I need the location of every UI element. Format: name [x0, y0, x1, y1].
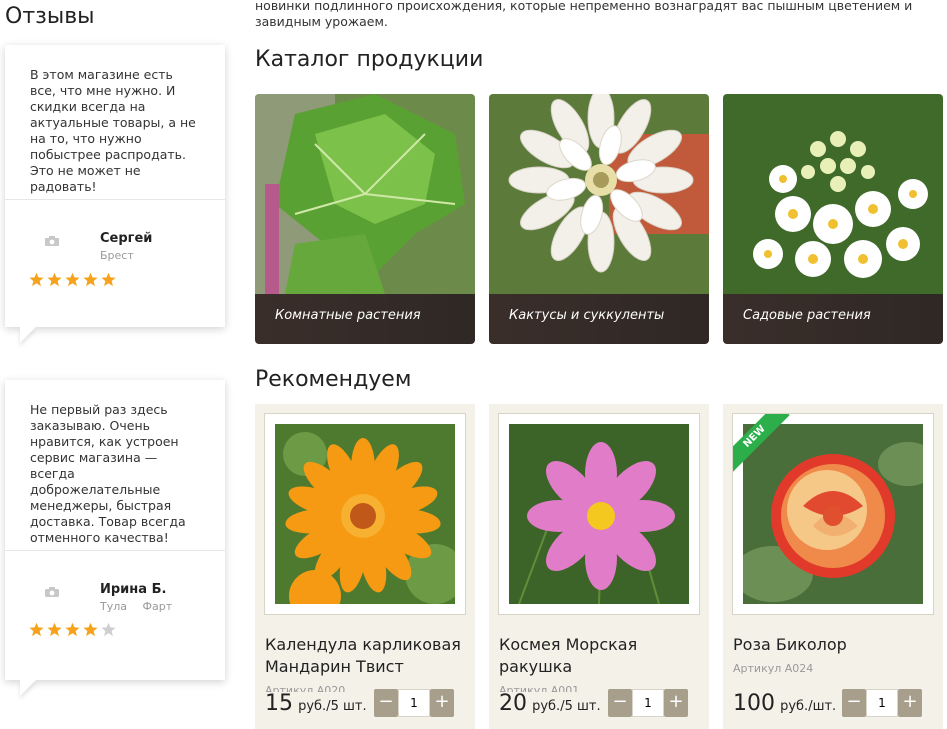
review-text: В этом магазине есть все, что мне нужно.… — [30, 67, 196, 194]
bubble-tail — [20, 327, 36, 343]
product-name[interactable]: Космея Морская ракушка — [499, 634, 704, 678]
product-image-frame[interactable] — [498, 413, 700, 615]
quantity-input[interactable] — [398, 689, 430, 717]
star-icon — [65, 622, 80, 637]
camera-icon — [45, 587, 59, 597]
cactus-flower-image — [489, 94, 709, 294]
reviewer-city: Брест — [100, 249, 134, 262]
reviews-column: Отзывы В этом магазине есть все, что мне… — [0, 0, 240, 729]
star-icon — [65, 272, 80, 287]
star-icon — [101, 272, 116, 287]
increase-button[interactable]: + — [664, 689, 688, 717]
reviewer-city: Тула — [100, 600, 128, 613]
new-badge-label: NEW — [733, 414, 790, 472]
rating-stars — [29, 622, 119, 641]
catalog-item-indoor[interactable]: Комнатные растения — [255, 94, 475, 344]
product-card: Космея Морская ракушка Артикул A001 20 р… — [489, 404, 709, 729]
catalog-label[interactable]: Кактусы и суккуленты — [509, 308, 664, 323]
star-empty-icon — [101, 622, 116, 637]
reviewer-location: Брест — [100, 249, 146, 262]
camera-icon — [45, 236, 59, 246]
review-card: Не первый раз здесь заказываю. Очень нра… — [5, 380, 225, 680]
reviews-title: Отзывы — [5, 4, 95, 29]
price-unit: руб./шт. — [780, 699, 837, 714]
quantity-input[interactable] — [866, 689, 898, 717]
bubble-tail — [20, 680, 36, 696]
quantity-input[interactable] — [632, 689, 664, 717]
reviewer-location: Тула Фарт — [100, 600, 184, 613]
new-badge: NEW — [733, 414, 793, 474]
product-price: 100 руб./шт. — [733, 691, 836, 716]
reviewer-name: Сергей — [100, 231, 153, 246]
rating-stars — [29, 272, 119, 291]
product-name[interactable]: Календула карликовая Мандарин Твист — [265, 634, 470, 678]
increase-button[interactable]: + — [898, 689, 922, 717]
product-card: Календула карликовая Мандарин Твист Арти… — [255, 404, 475, 729]
recommended-title: Рекомендуем — [255, 367, 412, 392]
product-card: NEW Роза Биколор Артикул A024 100 руб./ш… — [723, 404, 943, 729]
star-icon — [47, 622, 62, 637]
catalog-label[interactable]: Садовые растения — [743, 308, 871, 323]
price-value: 20 — [499, 691, 527, 716]
product-price: 20 руб./5 шт. — [499, 691, 601, 716]
catalog-item-garden[interactable]: Садовые растения — [723, 94, 943, 344]
quantity-stepper: − + — [374, 689, 454, 717]
increase-button[interactable]: + — [430, 689, 454, 717]
price-value: 15 — [265, 691, 293, 716]
catalog-label-bar: Садовые растения — [723, 294, 943, 344]
review-text: Не первый раз здесь заказываю. Очень нра… — [30, 402, 186, 545]
catalog-label[interactable]: Комнатные растения — [275, 308, 421, 323]
reviewer-name: Ирина Б. — [100, 582, 167, 597]
product-name[interactable]: Роза Биколор — [733, 634, 938, 656]
price-unit: руб./5 шт. — [532, 699, 601, 714]
garden-flowers-image — [723, 94, 943, 294]
star-icon — [83, 622, 98, 637]
intro-text: новинки подлинного происхождения, которы… — [255, 0, 913, 29]
decrease-button[interactable]: − — [374, 689, 398, 717]
quantity-stepper: − + — [842, 689, 922, 717]
catalog-item-cacti[interactable]: Кактусы и суккуленты — [489, 94, 709, 344]
price-value: 100 — [733, 691, 775, 716]
product-sku: Артикул A024 — [733, 662, 814, 675]
reviewer-region: Фарт — [142, 600, 173, 613]
quantity-stepper: − + — [608, 689, 688, 717]
review-user: Ирина Б. Тула Фарт — [5, 551, 225, 637]
calendula-image — [275, 424, 455, 604]
cosmos-image — [509, 424, 689, 604]
catalog-label-bar: Комнатные растения — [255, 294, 475, 344]
indoor-plant-image — [255, 94, 475, 294]
decrease-button[interactable]: − — [842, 689, 866, 717]
star-icon — [29, 272, 44, 287]
star-icon — [83, 272, 98, 287]
product-image-frame[interactable]: NEW — [732, 413, 934, 615]
product-price: 15 руб./5 шт. — [265, 691, 367, 716]
decrease-button[interactable]: − — [608, 689, 632, 717]
catalog-label-bar: Кактусы и суккуленты — [489, 294, 709, 344]
price-unit: руб./5 шт. — [298, 699, 367, 714]
product-image-frame[interactable] — [264, 413, 466, 615]
review-card: В этом магазине есть все, что мне нужно.… — [5, 45, 225, 327]
catalog-title: Каталог продукции — [255, 47, 484, 72]
review-user: Сергей Брест — [5, 200, 225, 287]
star-icon — [47, 272, 62, 287]
star-icon — [29, 622, 44, 637]
